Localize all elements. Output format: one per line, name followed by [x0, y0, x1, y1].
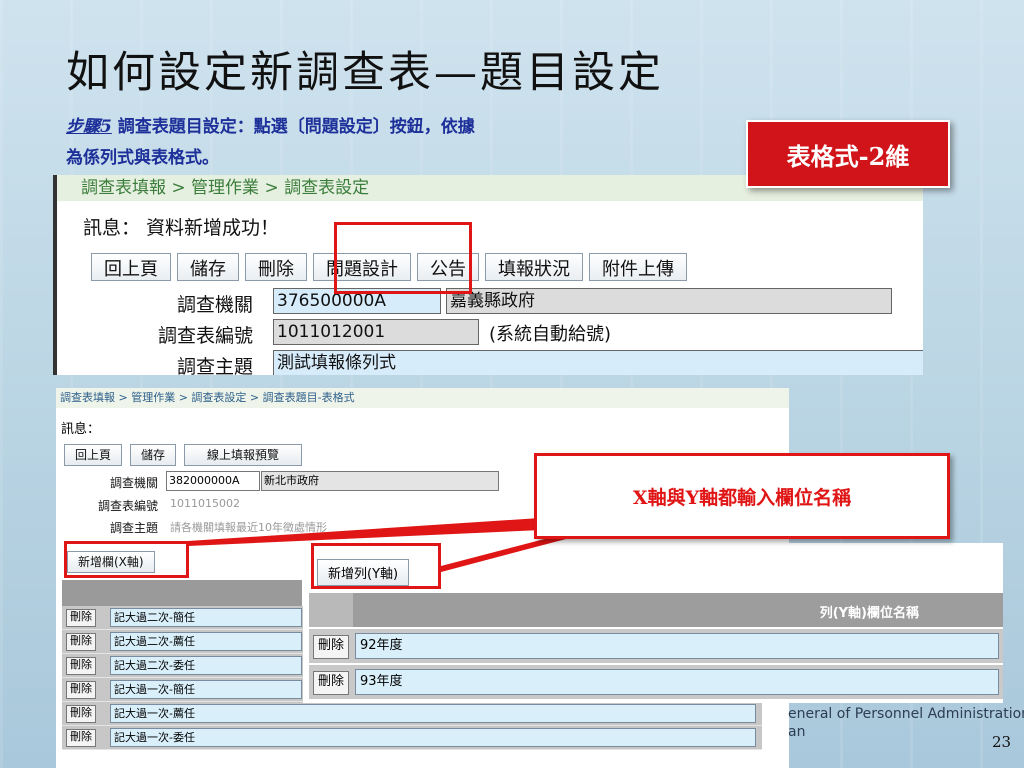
page-number: 23	[992, 733, 1012, 751]
agency-name-field-2: 新北市政府	[261, 471, 499, 491]
status-message-2: 訊息：	[61, 422, 101, 437]
online-preview-button[interactable]: 線上填報預覽	[184, 444, 303, 466]
survey-topic-label: 調查主題	[176, 356, 253, 375]
y-item-field[interactable]: 93年度	[355, 669, 999, 695]
delete-button[interactable]: 刪除	[66, 681, 96, 699]
xy-callout: X軸與Y軸都輸入欄位名稱	[534, 453, 950, 539]
delete-button[interactable]: 刪除	[313, 635, 350, 659]
y-item-field[interactable]: 92年度	[355, 633, 999, 659]
survey-number-label-2: 調查表編號	[97, 499, 158, 513]
delete-button[interactable]: 刪除	[66, 609, 96, 627]
table-row: 刪除 92年度	[309, 629, 1003, 663]
survey-topic-label-2: 調查主題	[109, 521, 158, 535]
back-button[interactable]: 回上頁	[64, 444, 123, 466]
save-button[interactable]: 儲存	[177, 253, 239, 281]
delete-button[interactable]: 刪除	[313, 671, 350, 695]
slide-title: 如何設定新調查表—題目設定	[66, 48, 664, 98]
save-button[interactable]: 儲存	[130, 444, 177, 466]
footer-text: eneral of Personnel Administration,	[788, 706, 1024, 722]
agency-name-field: 嘉義縣政府	[446, 288, 892, 314]
status-message: 訊息： 資料新增成功！	[83, 217, 280, 239]
report-status-button[interactable]: 填報狀況	[485, 253, 583, 281]
agency-label: 調查機關	[176, 294, 253, 316]
highlight-add-row	[311, 543, 441, 589]
survey-number-label: 調查表編號	[157, 325, 253, 347]
highlight-add-column	[64, 541, 189, 578]
delete-button[interactable]: 刪除	[66, 705, 96, 723]
x-item-field[interactable]: 記大過一次-委任	[110, 728, 756, 747]
x-item-field[interactable]: 記大過二次-委任	[110, 656, 302, 675]
attachment-upload-button[interactable]: 附件上傳	[589, 253, 687, 281]
survey-number-value-2: 1011015002	[170, 497, 240, 510]
y-column-name-header: 列(Y軸)欄位名稱	[819, 606, 919, 621]
survey-topic-field[interactable]: 測試填報條列式	[273, 350, 923, 375]
x-item-field[interactable]: 記大過二次-薦任	[110, 632, 302, 651]
delete-button[interactable]: 刪除	[66, 729, 96, 747]
step-text-2: 為係列式與表格式。	[66, 148, 219, 168]
x-item-field[interactable]: 記大過二次-簡任	[110, 608, 302, 627]
table-row: 刪除 93年度	[309, 665, 1003, 699]
list-item: 刪除 記大過一次-委任	[62, 726, 762, 750]
survey-number-field: 1011012001	[273, 319, 479, 345]
step-text: 調查表題目設定：點選〔問題設定〕按鈕，依據	[111, 117, 475, 137]
x-item-field[interactable]: 記大過一次-簡任	[110, 680, 302, 699]
breadcrumb-2: 調查表填報 > 管理作業 > 調查表設定 > 調查表題目-表格式	[56, 388, 789, 408]
highlight-question-design	[334, 222, 472, 294]
footer-text-2: an	[788, 724, 806, 740]
step-lead: 步驟5	[66, 117, 112, 137]
agency-label-2: 調查機關	[109, 476, 158, 490]
format-badge: 表格式-2維	[746, 120, 950, 188]
y-axis-header: 列(Y軸)欄位名稱	[309, 593, 1003, 627]
survey-topic-value-2: 請各機關填報最近10年徵處情形	[170, 521, 327, 534]
toolbar-2: 回上頁 儲存 線上填報預覽	[64, 444, 303, 466]
back-button[interactable]: 回上頁	[91, 253, 171, 281]
agency-code-field-2[interactable]: 382000000A	[166, 471, 260, 491]
list-item: 刪除 記大過一次-薦任	[62, 702, 762, 726]
delete-button[interactable]: 刪除	[66, 657, 96, 675]
x-axis-header	[62, 580, 302, 606]
delete-button[interactable]: 刪除	[245, 253, 307, 281]
x-item-field[interactable]: 記大過一次-薦任	[110, 704, 756, 723]
step-description: 步驟5 調查表題目設定：點選〔問題設定〕按鈕，依據 為係列式與表格式。	[66, 112, 786, 174]
auto-number-note: (系統自動給號)	[489, 324, 612, 345]
survey-settings-panel: 調查表填報 > 管理作業 > 調查表設定 訊息： 資料新增成功！ 回上頁 儲存 …	[53, 175, 923, 375]
header-left-cell	[309, 593, 353, 627]
delete-button[interactable]: 刪除	[66, 633, 96, 651]
